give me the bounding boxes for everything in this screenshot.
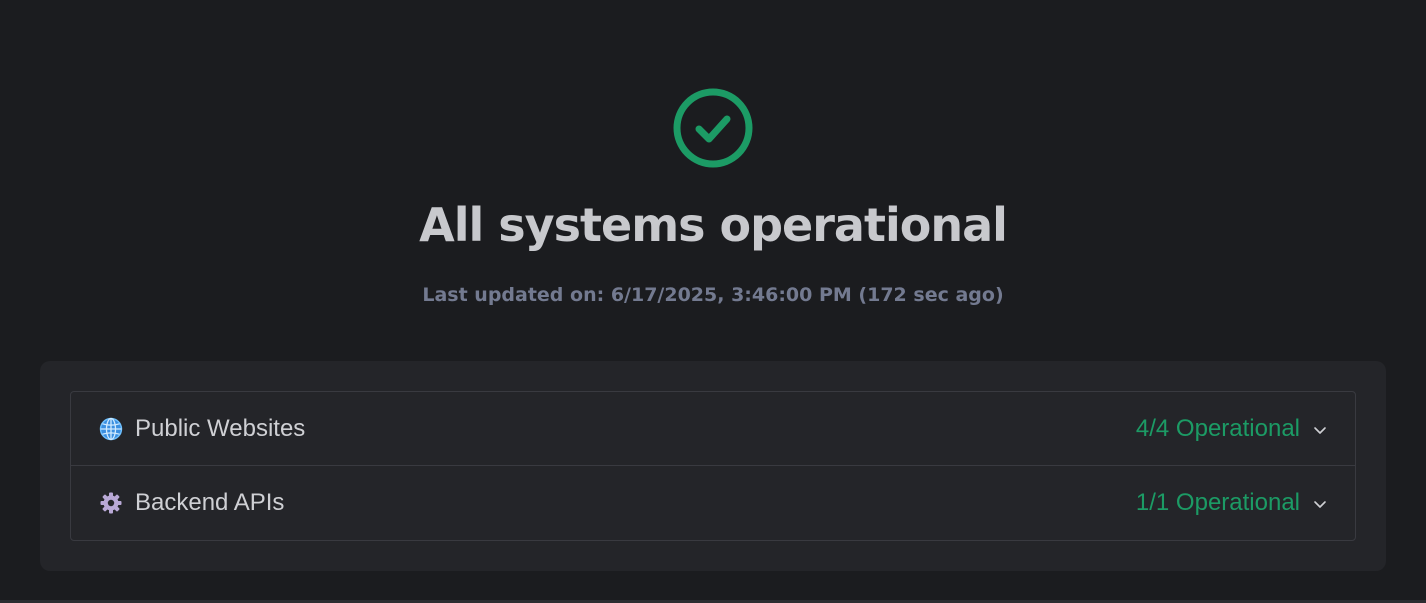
- check-circle-icon: [673, 88, 753, 168]
- group-row-public-websites[interactable]: Public Websites 4/4 Operational: [71, 392, 1355, 466]
- page-title: All systems operational: [419, 198, 1008, 252]
- status-hero: All systems operational Last updated on:…: [0, 0, 1426, 340]
- group-row-backend-apis[interactable]: Backend APIs 1/1 Operational: [71, 466, 1355, 540]
- chevron-down-icon[interactable]: [1312, 422, 1328, 438]
- status-panel: Public Websites 4/4 Operational Backend …: [40, 361, 1386, 571]
- group-label: Public Websites: [135, 415, 306, 442]
- chevron-down-icon[interactable]: [1312, 496, 1328, 512]
- globe-icon: [99, 417, 123, 441]
- last-updated-text: Last updated on: 6/17/2025, 3:46:00 PM (…: [422, 284, 1004, 306]
- group-label: Backend APIs: [135, 489, 285, 516]
- gear-icon: [100, 492, 122, 514]
- group-status: 4/4 Operational: [1135, 415, 1300, 442]
- group-status: 1/1 Operational: [1135, 489, 1300, 516]
- service-group-list: Public Websites 4/4 Operational Backend …: [70, 391, 1356, 541]
